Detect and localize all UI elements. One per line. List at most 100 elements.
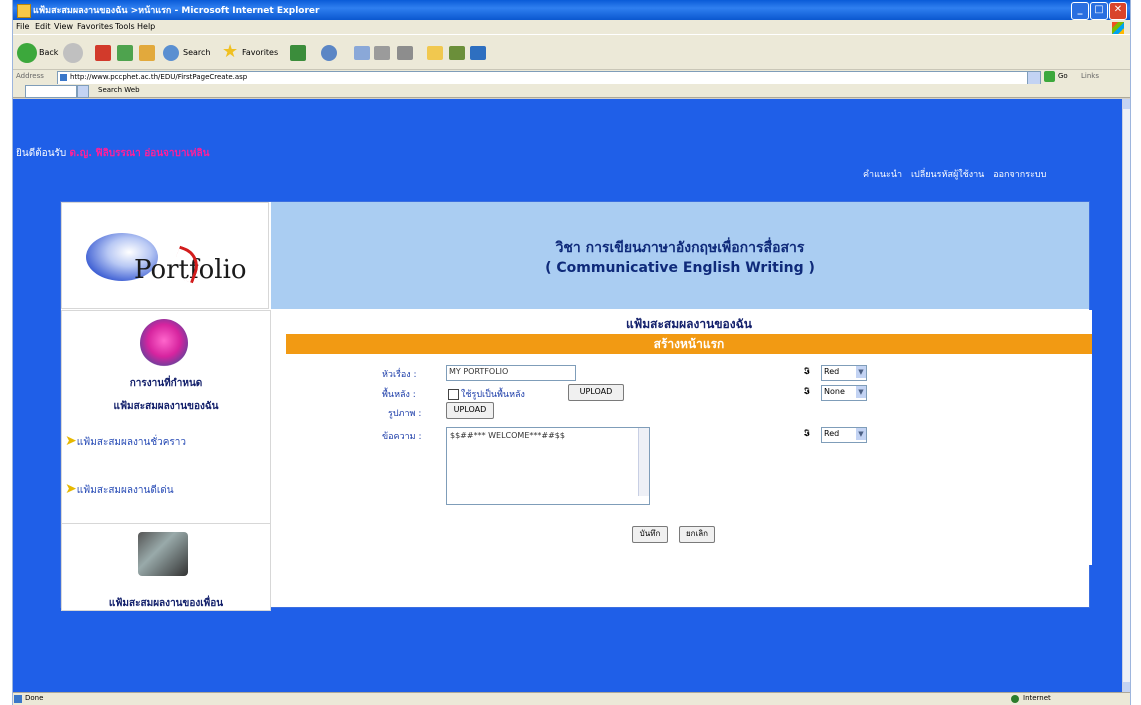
address-url: http://www.pccphet.ac.th/EDU/FirstPageCr…: [70, 73, 248, 81]
showcase-portfolio-link[interactable]: ➤แฟ้มสะสมผลงานดีเด่น: [65, 481, 174, 498]
status-text: Done: [25, 694, 44, 702]
change-password-link[interactable]: เปลี่ยนรหัสผู้ใช้งาน: [911, 170, 984, 180]
go-button[interactable]: Go: [1044, 71, 1072, 83]
close-button[interactable]: ✕: [1109, 2, 1127, 20]
showcase-portfolio-label: แฟ้มสะสมผลงานดีเด่น: [76, 485, 174, 496]
favorites-star-icon[interactable]: ★: [222, 41, 242, 62]
upload-background-button[interactable]: UPLOAD: [568, 384, 624, 401]
menu-tools[interactable]: Tools: [115, 22, 135, 31]
mail-icon[interactable]: [354, 46, 370, 60]
status-bar: Done Internet: [13, 692, 1130, 705]
left-menu: การงานที่กำหนด แฟ้มสะสมผลงานของฉัน ➤แฟ้ม…: [61, 310, 271, 611]
arrow-right-icon: ➤: [65, 481, 77, 497]
address-label: Address: [16, 72, 44, 80]
textarea-scrollbar[interactable]: [638, 428, 649, 496]
briefcase-icon[interactable]: [138, 532, 188, 576]
assignments-link[interactable]: การงานที่กำหนด: [62, 376, 270, 391]
maximize-button[interactable]: □: [1090, 2, 1108, 20]
back-icon[interactable]: [17, 43, 37, 63]
user-name: ด.ญ. ฟิลิบรรณา อ่อนจาบาเห่ลิน: [69, 148, 210, 159]
cancel-button[interactable]: ยกเลิก: [679, 526, 715, 543]
edit-icon[interactable]: [397, 46, 413, 60]
ie-window-icon: [17, 4, 31, 18]
temp-portfolio-link[interactable]: ➤แฟ้มสะสมผลงานชั่วคราว: [65, 433, 186, 450]
vertical-scrollbar[interactable]: [1122, 99, 1130, 692]
page-content: ยินดีต้อนรับ ด.ญ. ฟิลิบรรณา อ่อนจาบาเห่ล…: [13, 99, 1122, 692]
scroll-down-icon[interactable]: [1123, 682, 1130, 692]
favorites-label[interactable]: Favorites: [242, 48, 278, 57]
links-label[interactable]: Links: [1081, 72, 1099, 80]
top-links: คำแนะนำ เปลี่ยนรหัสผู้ใช้งาน ออกจากระบบ: [863, 167, 1052, 181]
chevron-down-icon: ▼: [856, 386, 866, 398]
temp-portfolio-label: แฟ้มสะสมผลงานชั่วคราว: [76, 437, 187, 448]
address-dropdown-icon[interactable]: [1027, 71, 1041, 85]
my-portfolio-heading: แฟ้มสะสมผลงานของฉัน: [113, 401, 219, 412]
background-label: พื้นหลัง :: [382, 390, 416, 400]
forward-icon[interactable]: [63, 43, 83, 63]
home-icon[interactable]: [139, 45, 155, 61]
menu-edit[interactable]: Edit: [35, 22, 51, 31]
subject-input[interactable]: MY PORTFOLIO: [446, 365, 576, 381]
search-toolbar-input[interactable]: [25, 85, 77, 98]
go-arrow-icon: [1044, 71, 1055, 82]
stop-icon[interactable]: [95, 45, 111, 61]
message-label: ข้อความ :: [382, 432, 422, 442]
address-input[interactable]: http://www.pccphet.ac.th/EDU/FirstPageCr…: [57, 71, 1041, 85]
my-menu-box: การงานที่กำหนด แฟ้มสะสมผลงานของฉัน ➤แฟ้ม…: [61, 310, 271, 524]
chevron-down-icon: ▼: [856, 366, 866, 378]
security-zone: Internet: [1023, 694, 1051, 702]
page-icon: [60, 74, 67, 81]
search-label[interactable]: Search: [183, 48, 210, 57]
page-done-icon: [14, 695, 22, 703]
go-label: Go: [1058, 72, 1068, 80]
arrow-right-icon: ➤: [65, 433, 77, 449]
message-color-select[interactable]: Red ▼: [821, 427, 867, 443]
create-homepage-form: แฟ้มสะสมผลงานของฉัน สร้างหน้าแรก หัวเรื่…: [286, 310, 1092, 565]
scroll-up-icon[interactable]: [1123, 99, 1130, 109]
menu-help[interactable]: Help: [137, 22, 155, 31]
refresh-icon[interactable]: [117, 45, 133, 61]
back-label[interactable]: Back: [39, 48, 58, 57]
background-color-value: None: [824, 387, 845, 396]
use-bg-image-checkbox[interactable]: [448, 389, 459, 400]
upload-image-button[interactable]: UPLOAD: [446, 402, 494, 419]
friends-portfolio-link[interactable]: แฟ้มสะสมผลงานของเพื่อน: [62, 596, 270, 611]
search-web-button[interactable]: Search Web: [98, 86, 140, 94]
folder-icon[interactable]: [427, 46, 443, 60]
message-textarea[interactable]: $$##*** WELCOME***##$$: [446, 427, 650, 505]
menu-file[interactable]: File: [16, 22, 29, 31]
font-color-icon: 𝕴: [804, 367, 810, 377]
save-button[interactable]: บันทึก: [632, 526, 668, 543]
use-bg-image-label: ใช้รูปเป็นพื้นหลัง: [461, 390, 525, 400]
content-title: แฟ้มสะสมผลงานของฉัน: [626, 317, 752, 331]
search-toolbar: Search Web: [13, 84, 1130, 98]
address-bar: Address http://www.pccphet.ac.th/EDU/Fir…: [13, 70, 1130, 85]
subject-color-select[interactable]: Red ▼: [821, 365, 867, 381]
research-icon[interactable]: [449, 46, 465, 60]
history-icon[interactable]: [321, 45, 337, 61]
print-icon[interactable]: [374, 46, 390, 60]
menu-bar: File Edit View Favorites Tools Help: [13, 20, 1130, 34]
search-icon[interactable]: [163, 45, 179, 61]
section-bar: สร้างหน้าแรก: [286, 334, 1092, 354]
search-dropdown-icon[interactable]: [77, 85, 89, 98]
chevron-down-icon: ▼: [856, 428, 866, 440]
books-icon[interactable]: [140, 319, 188, 367]
course-title-thai: วิชา การเขียนภาษาอังกฤษเพื่อการสื่อสาร: [555, 240, 805, 256]
menu-view[interactable]: View: [54, 22, 73, 31]
main-container: Portfolio วิชา การเขียนภาษาอังกฤษเพื่อกา…: [60, 201, 1092, 611]
windows-logo-icon: [1112, 22, 1124, 34]
welcome-prefix: ยินดีต้อนรับ: [16, 148, 67, 159]
internet-globe-icon: [1011, 695, 1019, 703]
help-link[interactable]: คำแนะนำ: [863, 170, 902, 180]
title-bar: แฟ้มสะสมผลงานของฉัน >หน้าแรก - Microsoft…: [13, 0, 1130, 20]
font-color-icon: 𝕴: [804, 387, 810, 397]
course-header: วิชา การเขียนภาษาอังกฤษเพื่อการสื่อสาร (…: [271, 202, 1089, 309]
background-color-select[interactable]: None ▼: [821, 385, 867, 401]
course-title-english: ( Communicative English Writing ): [545, 260, 815, 276]
minimize-button[interactable]: _: [1071, 2, 1089, 20]
media-icon[interactable]: [290, 45, 306, 61]
menu-favorites[interactable]: Favorites: [77, 22, 113, 31]
messenger-icon[interactable]: [470, 46, 486, 60]
logout-link[interactable]: ออกจากระบบ: [993, 170, 1046, 180]
